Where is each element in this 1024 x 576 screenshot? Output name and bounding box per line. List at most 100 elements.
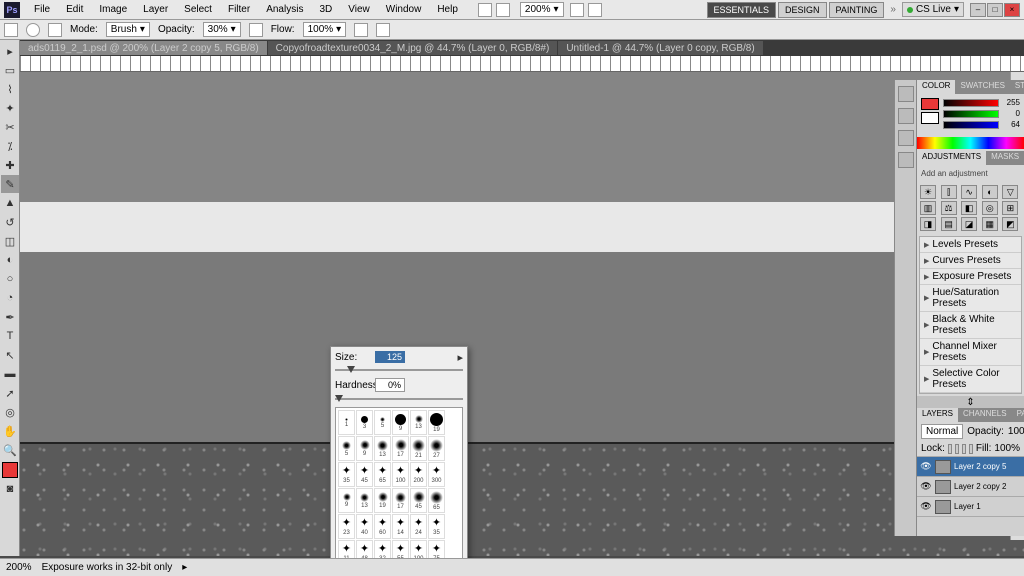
menu-file[interactable]: File — [26, 2, 58, 17]
lock-transparency-icon[interactable] — [948, 444, 952, 454]
preset-item[interactable]: ▶Curves Presets — [920, 253, 1021, 269]
brush-thumbnail[interactable]: ✦65 — [374, 462, 391, 487]
adj-brightness-icon[interactable]: ☀ — [920, 185, 936, 199]
airbrush-icon[interactable] — [354, 23, 368, 37]
status-zoom[interactable]: 200% — [6, 562, 32, 573]
menu-filter[interactable]: Filter — [220, 2, 258, 17]
preset-item[interactable]: ▶Levels Presets — [920, 237, 1021, 253]
lock-position-icon[interactable] — [962, 444, 966, 454]
brush-thumbnail[interactable]: ✦60 — [374, 514, 391, 539]
brush-size-input[interactable] — [375, 351, 405, 363]
status-arrow-icon[interactable]: ▸ — [182, 562, 187, 573]
workspace-essentials[interactable]: ESSENTIALS — [707, 2, 777, 18]
brush-thumbnail[interactable]: 13 — [410, 410, 427, 435]
cslive-button[interactable]: CS Live ▾ — [902, 2, 964, 17]
color-spectrum[interactable] — [917, 137, 1024, 149]
styles-tab[interactable]: STYLES — [1010, 80, 1024, 94]
zoom-dropdown[interactable]: 200% ▾ — [520, 2, 564, 17]
color-fg-swatch[interactable] — [921, 98, 939, 110]
workspace-painting[interactable]: PAINTING — [829, 2, 885, 18]
doc-tab-1[interactable]: ads0119_2_1.psd @ 200% (Layer 2 copy 5, … — [20, 41, 267, 55]
menu-select[interactable]: Select — [176, 2, 220, 17]
brush-thumbnail[interactable]: 27 — [428, 436, 445, 461]
adj-photofilter-icon[interactable]: ◎ — [982, 201, 998, 215]
3d-tool[interactable]: ➚ — [1, 384, 19, 402]
lock-pixels-icon[interactable] — [955, 444, 959, 454]
brush-thumbnail[interactable]: ✦14 — [392, 514, 409, 539]
flow-input[interactable]: 100% ▾ — [303, 22, 347, 37]
brush-hardness-slider[interactable] — [335, 395, 463, 403]
layer-visibility-icon[interactable]: 👁 — [920, 461, 932, 473]
menu-analysis[interactable]: Analysis — [258, 2, 311, 17]
brush-thumbnail[interactable]: ✦40 — [356, 514, 373, 539]
brush-thumbnail[interactable]: ✦24 — [410, 514, 427, 539]
brush-thumbnail[interactable]: ✦300 — [428, 462, 445, 487]
preset-item[interactable]: ▶Exposure Presets — [920, 269, 1021, 285]
adj-bw-icon[interactable]: ◧ — [961, 201, 977, 215]
brush-thumbnail[interactable]: 19 — [428, 410, 445, 435]
brush-tool[interactable]: ✎ — [1, 175, 19, 193]
brush-thumbnail[interactable]: 3 — [356, 410, 373, 435]
adj-invert-icon[interactable]: ◨ — [920, 217, 936, 231]
workspace-design[interactable]: DESIGN — [778, 2, 827, 18]
red-slider[interactable] — [943, 99, 999, 107]
shape-tool[interactable]: ▬ — [1, 365, 19, 383]
brush-hardness-input[interactable] — [375, 378, 405, 392]
3d-camera-tool[interactable]: ◎ — [1, 403, 19, 421]
opacity-input[interactable]: 30% ▾ — [203, 22, 241, 37]
path-tool[interactable]: ↖ — [1, 346, 19, 364]
adj-hue-icon[interactable]: ▥ — [920, 201, 936, 215]
history-panel-icon[interactable] — [898, 86, 914, 102]
preset-item[interactable]: ▶Selective Color Presets — [920, 366, 1021, 393]
menu-3d[interactable]: 3D — [311, 2, 340, 17]
launch-bridge-icon[interactable] — [478, 3, 492, 17]
brush-thumbnail[interactable]: 9 — [356, 436, 373, 461]
adj-gradientmap-icon[interactable]: ▦ — [982, 217, 998, 231]
paths-tab[interactable]: PATHS — [1012, 408, 1024, 422]
color-tab[interactable]: COLOR — [917, 80, 955, 94]
brush-thumbnail[interactable]: 45 — [410, 488, 427, 513]
layer-blend-mode[interactable]: Normal — [921, 424, 963, 439]
zoom-tool[interactable]: 🔍 — [1, 441, 19, 459]
brush-thumbnail[interactable]: ✦23 — [338, 514, 355, 539]
eyedropper-tool[interactable]: ⁒ — [1, 137, 19, 155]
brush-thumbnail[interactable]: 5 — [338, 436, 355, 461]
quickmask-icon[interactable]: ◙ — [1, 480, 19, 498]
adj-selectivecolor-icon[interactable]: ◩ — [1002, 217, 1018, 231]
layer-row[interactable]: 👁Layer 2 copy 5 — [917, 457, 1024, 477]
crop-tool[interactable]: ✂ — [1, 118, 19, 136]
brush-thumbnail[interactable]: 1 — [338, 410, 355, 435]
gradient-tool[interactable]: ◐ — [1, 251, 19, 269]
brush-thumbnail[interactable]: 5 — [374, 410, 391, 435]
brush-thumbnail[interactable]: 21 — [410, 436, 427, 461]
lasso-tool[interactable]: ⌇ — [1, 80, 19, 98]
pen-tool[interactable]: ✒ — [1, 308, 19, 326]
brush-thumbnail[interactable]: ✦45 — [356, 462, 373, 487]
adj-vibrance-icon[interactable]: ▽ — [1002, 185, 1018, 199]
window-close-icon[interactable]: × — [1004, 3, 1020, 17]
brush-thumbnail[interactable]: 9 — [338, 488, 355, 513]
actions-panel-icon[interactable] — [898, 108, 914, 124]
brush-thumbnail[interactable]: 9 — [392, 410, 409, 435]
preset-item[interactable]: ▶Hue/Saturation Presets — [920, 285, 1021, 312]
hand-tool[interactable]: ✋ — [1, 422, 19, 440]
adj-curves-icon[interactable]: ∿ — [961, 185, 977, 199]
brush-preset-picker[interactable] — [26, 23, 40, 37]
view-extras-icon[interactable] — [570, 3, 584, 17]
blend-mode-dropdown[interactable]: Brush ▾ — [106, 22, 150, 37]
foreground-color[interactable] — [2, 462, 18, 478]
adj-threshold-icon[interactable]: ◪ — [961, 217, 977, 231]
fill-value[interactable]: 100% — [994, 443, 1020, 454]
adj-colorbalance-icon[interactable]: ⚖ — [941, 201, 957, 215]
adj-posterize-icon[interactable]: ▤ — [941, 217, 957, 231]
layer-visibility-icon[interactable]: 👁 — [920, 501, 932, 513]
menu-view[interactable]: View — [340, 2, 378, 17]
adjustments-tab[interactable]: ADJUSTMENTS — [917, 151, 986, 165]
brush-thumbnail[interactable]: 17 — [392, 436, 409, 461]
brush-size-slider[interactable] — [335, 366, 463, 374]
brush-thumbnail[interactable]: ✦35 — [428, 514, 445, 539]
brush-thumbnail[interactable]: 13 — [356, 488, 373, 513]
swatches-tab[interactable]: SWATCHES — [955, 80, 1009, 94]
eraser-tool[interactable]: ◫ — [1, 232, 19, 250]
layer-row[interactable]: 👁Layer 2 copy 2 — [917, 477, 1024, 497]
